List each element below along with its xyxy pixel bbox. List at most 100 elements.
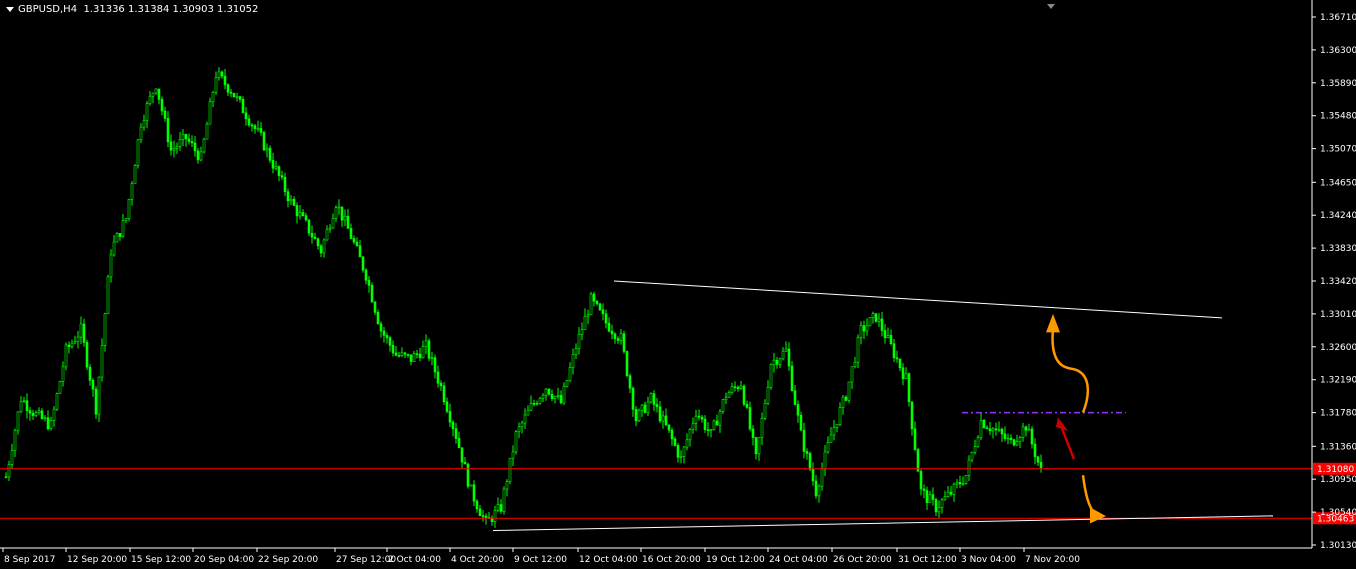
ohlc-values: 1.31336 1.31384 1.30903 1.31052 [83, 4, 259, 15]
dropdown-triangle-icon[interactable] [6, 6, 14, 12]
candle-body [868, 317, 872, 327]
overlays-group: 1.310801.30463 [0, 280, 1356, 532]
candle-body [187, 138, 191, 142]
candle-body [103, 313, 107, 346]
candle-body [757, 437, 761, 455]
candle-body [841, 396, 845, 408]
time-tick-label: 4 Oct 20:00 [451, 555, 504, 565]
time-tick-label: 22 Sep 20:00 [258, 555, 318, 565]
candle-body [949, 491, 953, 495]
candle-body [961, 483, 965, 485]
candle-body [142, 120, 146, 128]
candle-body [34, 412, 38, 416]
candle-body [127, 199, 131, 219]
candle-body [13, 430, 17, 452]
candle-body [751, 428, 755, 438]
candle-body [574, 348, 578, 355]
candle-body [112, 241, 116, 256]
candle-body [556, 395, 560, 397]
candle-body [661, 415, 665, 422]
price-tick-label: 1.33420 [1320, 277, 1356, 287]
price-tick-label: 1.34240 [1320, 211, 1356, 221]
candle-body [121, 220, 125, 237]
candle-body [874, 313, 878, 322]
candle-body [562, 386, 566, 404]
candle-body [181, 133, 185, 140]
candle-body [928, 494, 932, 504]
candle-body [310, 232, 314, 238]
candle-body [67, 344, 71, 347]
candle-body [727, 392, 731, 398]
candle-body [163, 110, 167, 119]
candle-body [223, 75, 227, 85]
candle-body [364, 269, 368, 281]
candle-body [403, 352, 407, 355]
candle-body [754, 437, 758, 455]
candle-body [628, 375, 632, 389]
candle-body [238, 96, 242, 100]
candle-body [763, 402, 767, 419]
candle-body [472, 484, 476, 502]
bearish-arrow-icon [1081, 475, 1097, 517]
candle-body [1030, 428, 1034, 445]
candle-body [718, 411, 722, 426]
candle-body [394, 352, 398, 356]
candle-body [814, 480, 818, 497]
candle-body [901, 367, 905, 380]
candle-body [838, 407, 842, 425]
candle-body [895, 357, 899, 360]
candle-body [208, 101, 212, 125]
candle-body [205, 123, 209, 140]
candle-body [274, 166, 278, 169]
time-tick-label: 12 Oct 04:00 [579, 555, 638, 565]
candle-body [637, 409, 641, 422]
candle-body [286, 191, 290, 202]
candle-body [43, 417, 47, 420]
candle-body [58, 380, 62, 394]
price-tick-label: 1.36300 [1320, 46, 1356, 56]
candle-body [676, 445, 680, 458]
candle-body [529, 402, 533, 411]
candle-body [607, 322, 611, 332]
candle-body [991, 428, 995, 432]
candle-body [667, 424, 671, 431]
candle-body [541, 394, 545, 399]
candle-body [217, 71, 221, 78]
upper-trendline[interactable] [613, 280, 1223, 319]
candle-body [139, 126, 143, 141]
candle-body [850, 366, 854, 383]
candle-body [46, 417, 50, 430]
candle-body [679, 456, 683, 458]
candle-body [712, 420, 716, 430]
candle-body [580, 329, 584, 335]
candle-body [322, 239, 326, 254]
candle-body [388, 337, 392, 346]
candle-body [919, 471, 923, 490]
candle-body [385, 335, 389, 338]
candle-body [124, 218, 128, 221]
candle-body [55, 393, 59, 410]
price-chart[interactable]: 1.310801.30463 1.36710 1.36300 1.35890 1.35… [0, 0, 1356, 569]
price-tick-label: 1.33830 [1320, 244, 1356, 254]
bullish-arrow-icon [1051, 329, 1089, 414]
candle-body [865, 325, 869, 332]
candle-body [517, 426, 521, 433]
candle-body [829, 434, 833, 443]
candle-body [406, 354, 410, 356]
candle-body [154, 88, 158, 94]
candle-body [454, 428, 458, 439]
time-axis: 8 Sep 2017 12 Sep 20:00 15 Sep 12:00 20 Sep… [2, 548, 1080, 565]
candle-body [658, 406, 662, 422]
candle-body [703, 418, 707, 430]
candle-body [469, 484, 473, 487]
candle-body [151, 92, 155, 97]
candle-body [268, 147, 272, 161]
chart-shift-marker-icon[interactable] [1047, 4, 1055, 9]
candle-body [1018, 437, 1022, 443]
candle-body [25, 400, 29, 411]
red-arrow-icon [1060, 428, 1076, 460]
candle-body [943, 496, 947, 501]
candle-body [412, 353, 416, 362]
candle-body [301, 212, 305, 216]
candle-body [7, 464, 11, 478]
